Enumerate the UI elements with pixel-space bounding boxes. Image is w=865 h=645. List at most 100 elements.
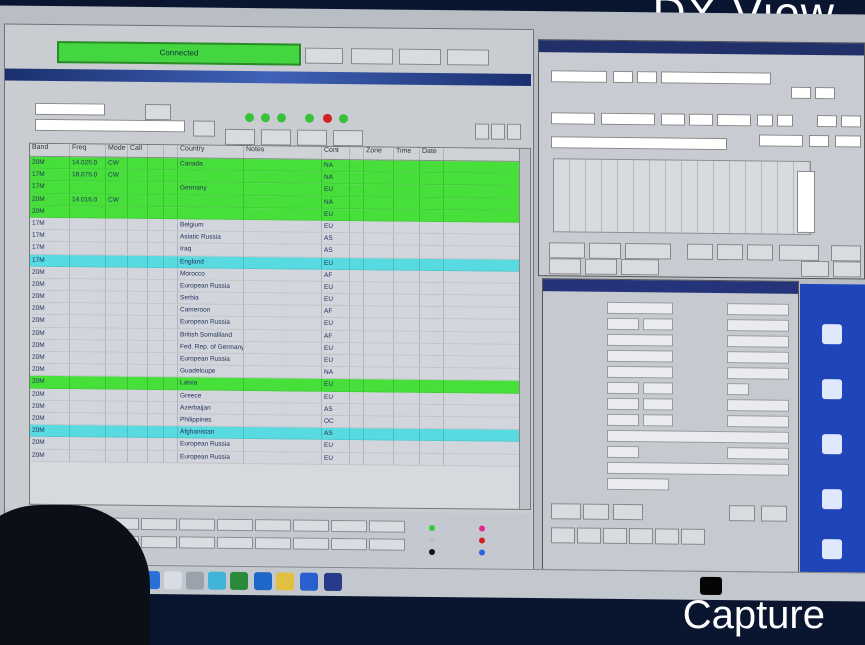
recycle-bin-icon[interactable] [812,539,852,561]
column-header[interactable]: Date [420,147,444,161]
log-field[interactable] [727,303,789,316]
log-field[interactable] [607,445,639,459]
globe-icon[interactable] [324,572,342,592]
mode-button[interactable] [141,535,177,549]
dx-button[interactable] [801,260,829,278]
dx-button[interactable] [747,244,773,261]
column-header[interactable]: Zone [364,147,394,160]
log-button[interactable] [583,503,609,520]
option-button[interactable] [225,128,255,146]
dx-button[interactable] [549,258,581,275]
field[interactable] [841,115,861,128]
map-icon[interactable] [230,571,248,591]
nav-button[interactable] [507,123,521,140]
dx-button[interactable] [833,261,861,278]
toolbar-button[interactable] [399,48,441,66]
option-button[interactable] [333,129,363,147]
mode-button[interactable] [255,537,291,550]
log-small-button[interactable] [577,527,601,544]
field[interactable] [815,87,835,100]
log-field[interactable] [607,349,673,363]
log-field[interactable] [607,301,673,315]
band-button[interactable] [179,518,215,531]
callsign-field[interactable] [551,70,607,83]
field[interactable] [717,113,751,127]
column-header[interactable]: Notes [244,146,322,159]
name-field[interactable] [661,71,771,85]
mode-button[interactable] [217,536,253,550]
log-field[interactable] [607,381,639,395]
column-header[interactable]: Mode [106,144,128,157]
antenna-icon[interactable] [164,571,182,590]
option-button[interactable] [297,129,327,146]
dx-button[interactable] [585,258,617,275]
column-header[interactable]: Freq [70,144,106,157]
time-field[interactable] [601,112,655,126]
desktop-icon[interactable] [812,379,852,401]
log-field[interactable] [727,319,789,332]
nav-button[interactable] [491,123,505,140]
column-header[interactable] [164,145,178,158]
log-field[interactable] [643,318,673,331]
desktop-icon[interactable] [812,324,852,346]
band-button[interactable] [293,519,329,532]
log-small-button[interactable] [629,528,653,545]
dx-button[interactable] [687,243,713,260]
log-field[interactable] [607,461,789,476]
mode-button[interactable] [179,536,215,549]
log-field[interactable] [643,398,673,411]
country-field[interactable] [551,136,727,151]
log-field[interactable] [607,365,673,379]
log-button[interactable] [729,505,755,522]
log-small-button[interactable] [603,527,627,545]
dx-button[interactable] [717,243,743,261]
mail-icon[interactable] [186,571,204,590]
field[interactable] [777,114,793,127]
mode-field[interactable] [689,113,713,126]
field[interactable] [791,86,811,99]
toolbar-button[interactable] [351,48,393,65]
column-header[interactable]: Cont [322,146,350,160]
log-field[interactable] [643,382,673,395]
field[interactable] [835,135,861,148]
desktop-icon[interactable] [812,489,852,511]
log-field[interactable] [607,413,639,427]
field[interactable] [817,115,837,128]
disconnect-button[interactable] [305,47,343,65]
field[interactable] [809,134,829,148]
nav-button[interactable] [475,123,489,140]
log-small-button[interactable] [551,527,575,544]
log-field[interactable] [727,415,789,428]
band-button[interactable] [369,520,405,533]
dx-button[interactable] [625,243,671,260]
column-header[interactable]: Band [30,143,70,157]
column-header[interactable]: Country [178,145,244,159]
column-header[interactable]: Call [128,144,148,158]
band-button[interactable] [255,519,291,532]
desktop-icon[interactable] [812,434,852,456]
mode-button[interactable] [369,538,405,551]
log-button[interactable] [761,505,787,522]
tool-icon[interactable] [276,572,294,591]
band-button[interactable] [331,519,367,533]
band-field[interactable] [661,113,685,126]
log-field[interactable] [727,351,789,364]
callsign-input[interactable] [35,102,105,116]
window-icon[interactable] [208,571,226,590]
log-field[interactable] [727,335,789,348]
log-field[interactable] [607,333,673,347]
field[interactable] [637,71,657,84]
column-header[interactable]: Time [394,147,420,160]
dx-button[interactable] [589,242,621,259]
command-input[interactable] [35,118,185,133]
mode-button[interactable] [331,537,367,551]
log-field[interactable] [607,477,669,491]
log-field[interactable] [607,397,639,411]
mode-button[interactable] [293,537,329,550]
band-button[interactable] [217,518,253,532]
log-field[interactable] [727,447,789,460]
log-small-button[interactable] [681,528,705,545]
dx-button[interactable] [831,245,861,262]
column-header[interactable] [350,147,364,160]
filter-button[interactable] [145,103,171,121]
